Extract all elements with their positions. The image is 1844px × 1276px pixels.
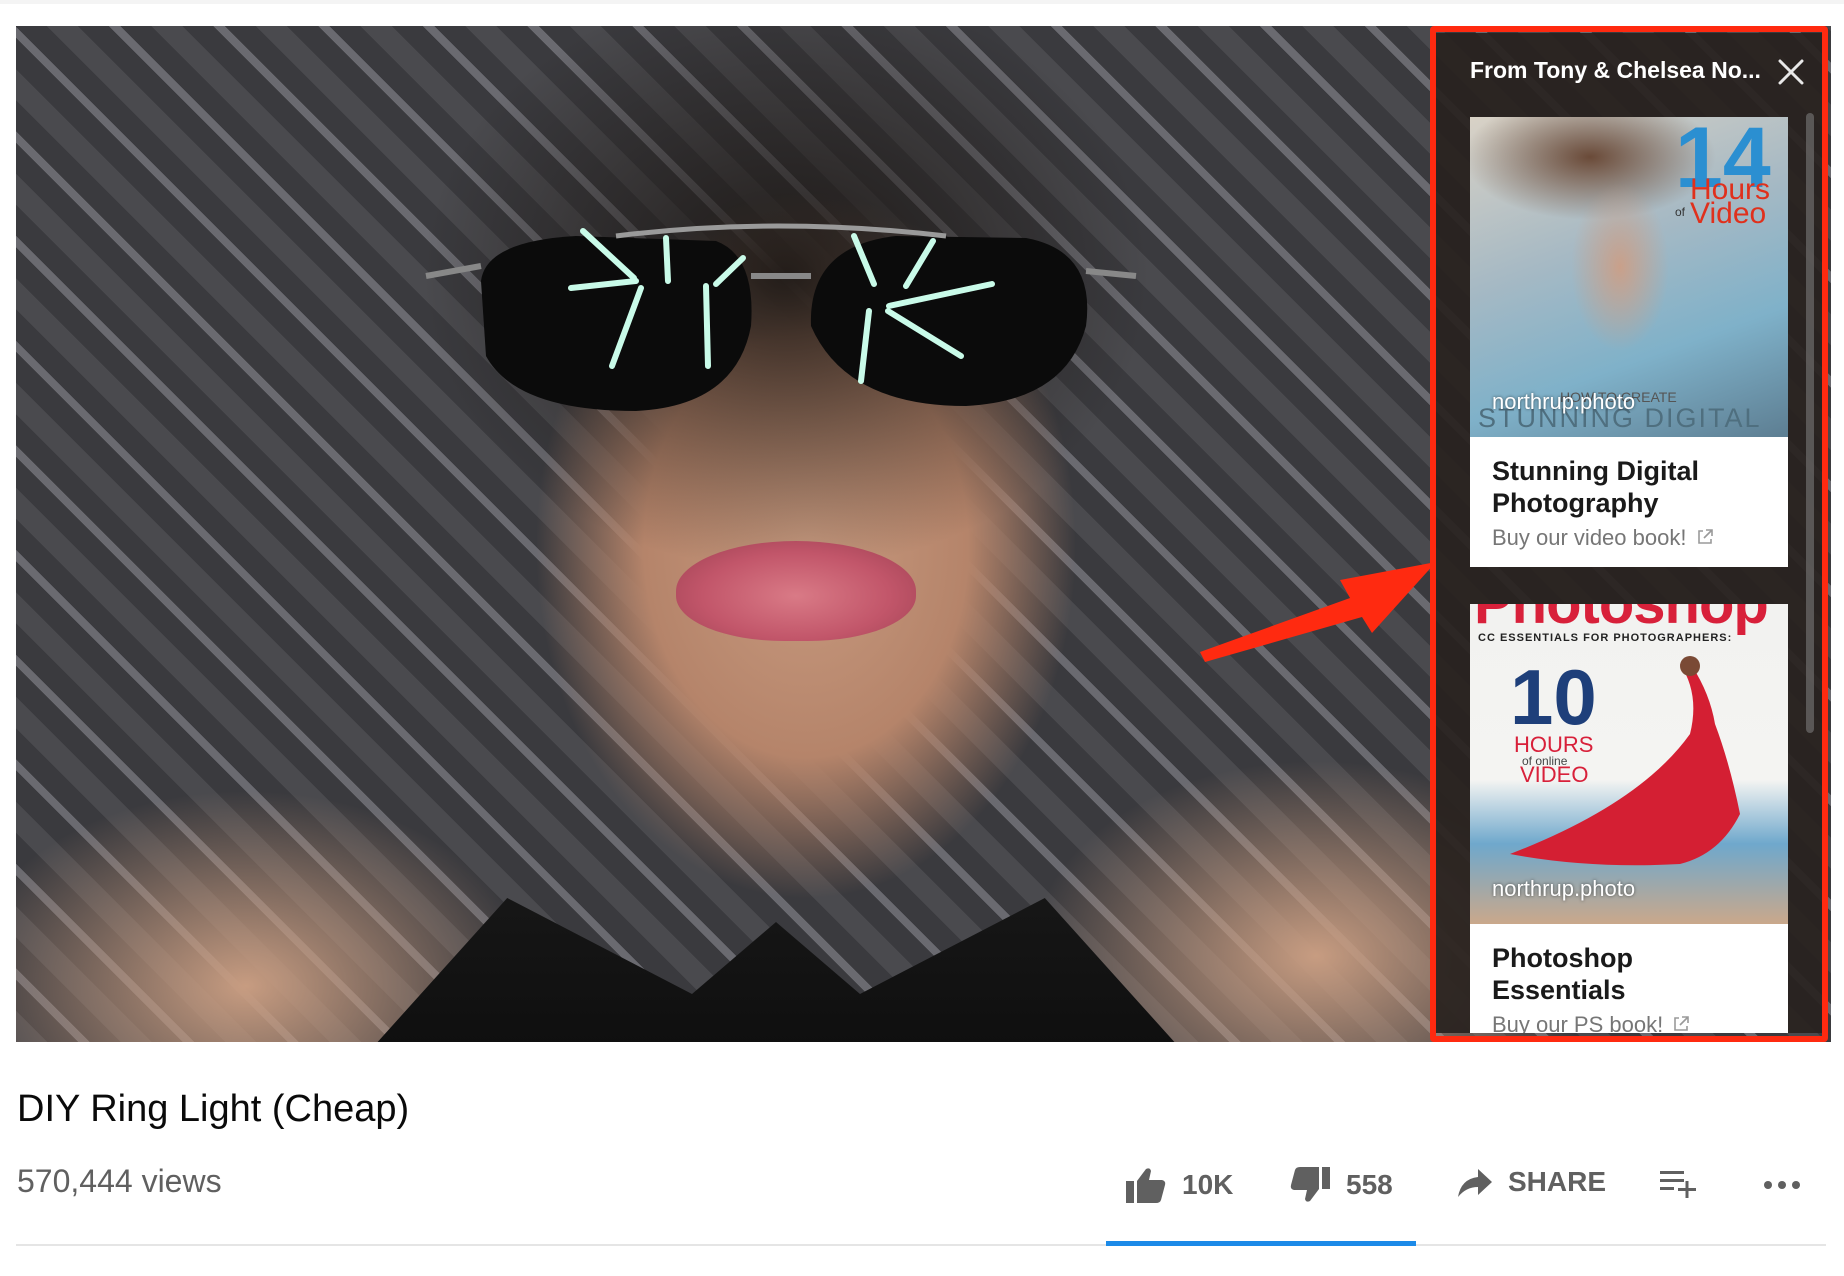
- video-title: DIY Ring Light (Cheap): [17, 1088, 410, 1130]
- cover-line2: Video: [1690, 197, 1767, 230]
- card-title[interactable]: Photoshop Essentials: [1492, 942, 1766, 1006]
- save-to-playlist-button[interactable]: [1658, 1165, 1698, 1199]
- panel-scrollbar[interactable]: [1806, 113, 1814, 733]
- sentiment-bar-fill: [1106, 1241, 1416, 1246]
- more-actions-button[interactable]: [1762, 1165, 1802, 1199]
- dislike-button[interactable]: 558: [1288, 1165, 1393, 1205]
- suggestion-card[interactable]: Photoshop CC ESSENTIALS FOR PHOTOGRAPHER…: [1470, 604, 1788, 1033]
- card-subtitle[interactable]: Buy our video book!: [1492, 525, 1766, 551]
- playlist-add-icon: [1660, 1171, 1696, 1198]
- thumbs-down-icon: [1290, 1167, 1330, 1202]
- external-link-icon: [1697, 529, 1713, 544]
- top-divider: [0, 0, 1844, 4]
- thumbs-up-icon: [1126, 1168, 1166, 1203]
- close-icon[interactable]: [1776, 57, 1806, 87]
- like-button[interactable]: 10K: [1124, 1165, 1233, 1205]
- end-card-panel: From Tony & Chelsea No... 14 Hours of Vi…: [1436, 33, 1822, 1033]
- watermark: northrup.photo: [1492, 389, 1636, 414]
- dislike-count: 558: [1346, 1169, 1393, 1200]
- card-subtitle-text: Buy our video book!: [1492, 525, 1687, 550]
- watermark: northrup.photo: [1492, 876, 1636, 901]
- share-button[interactable]: SHARE: [1456, 1165, 1606, 1199]
- share-icon: [1458, 1169, 1492, 1197]
- card-subtitle[interactable]: Buy our PS book!: [1492, 1012, 1766, 1033]
- like-count: 10K: [1182, 1169, 1234, 1200]
- suggestion-card[interactable]: 14 Hours of Video HOW TO CREATE STUNNING…: [1470, 117, 1788, 567]
- view-count: 570,444 views: [17, 1163, 222, 1199]
- cover-of: of: [1675, 205, 1686, 219]
- share-label: SHARE: [1508, 1166, 1607, 1197]
- card-title[interactable]: Stunning Digital Photography: [1492, 455, 1766, 519]
- card-thumbnail[interactable]: 14 Hours of Video HOW TO CREATE STUNNING…: [1470, 117, 1788, 437]
- card-subtitle-text: Buy our PS book!: [1492, 1012, 1664, 1033]
- panel-title: From Tony & Chelsea No...: [1470, 57, 1761, 83]
- card-thumbnail[interactable]: Photoshop CC ESSENTIALS FOR PHOTOGRAPHER…: [1470, 604, 1788, 924]
- sentiment-bar-track: [16, 1244, 1826, 1246]
- more-horizontal-icon: [1764, 1181, 1800, 1189]
- external-link-icon: [1674, 1016, 1690, 1031]
